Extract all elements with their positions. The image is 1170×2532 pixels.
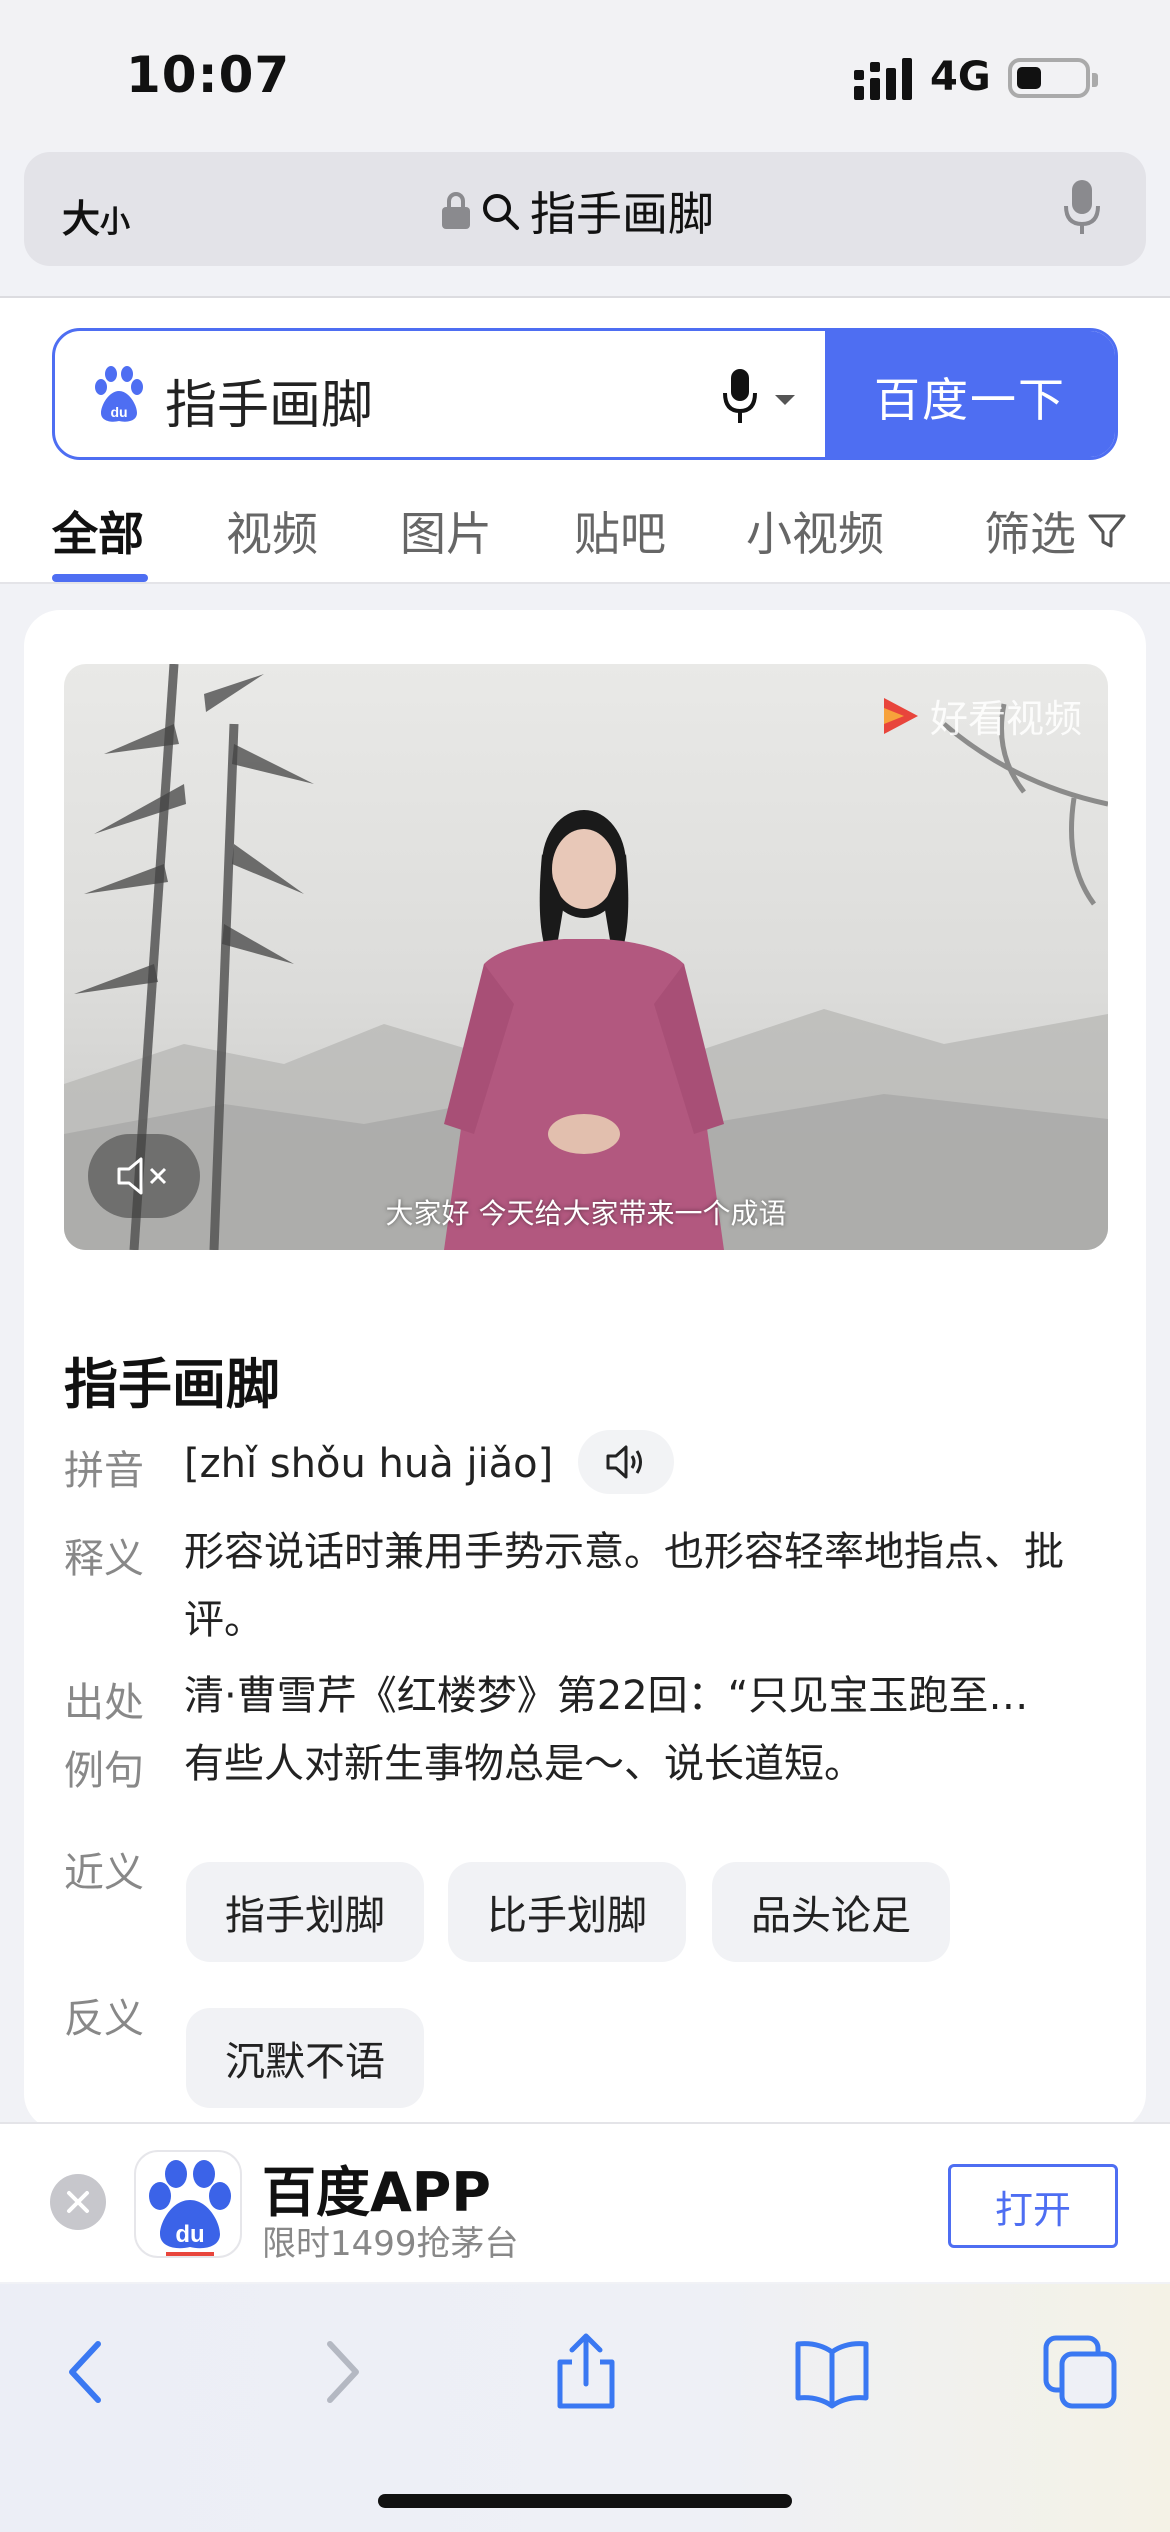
- svg-text:du: du: [175, 2221, 204, 2248]
- network-type: 4G: [930, 54, 991, 100]
- close-banner-button[interactable]: [50, 2174, 106, 2230]
- open-app-button[interactable]: 打开: [948, 2164, 1118, 2248]
- status-bar: 10:07 4G: [0, 0, 1170, 150]
- watermark-text: 好看视频: [929, 697, 1082, 741]
- tabs-icon[interactable]: [1040, 2332, 1120, 2412]
- forward-icon[interactable]: [300, 2332, 380, 2412]
- signal-icon: [854, 58, 912, 100]
- browser-toolbar: [0, 2284, 1170, 2532]
- video-watermark: 好看视频: [878, 688, 1082, 743]
- active-tab-indicator: [52, 574, 148, 582]
- tab-video[interactable]: 视频: [226, 498, 318, 564]
- bookmarks-icon[interactable]: [792, 2332, 872, 2412]
- status-time: 10:07: [126, 46, 291, 104]
- tab-all[interactable]: 全部: [52, 498, 144, 564]
- close-icon: [67, 2191, 89, 2213]
- home-indicator: [378, 2494, 792, 2508]
- app-download-banner: du 百度APP 限时1499抢茅台 打开: [0, 2122, 1170, 2282]
- search-button[interactable]: 百度一下: [825, 331, 1115, 457]
- url-display[interactable]: 指手画脚: [442, 178, 714, 244]
- synonym-chip[interactable]: 品头论足: [712, 1862, 950, 1962]
- filter-icon: [1088, 514, 1126, 548]
- pinyin-value: [zhǐ shǒu huà jiǎo]: [184, 1441, 554, 1487]
- share-icon[interactable]: [546, 2332, 626, 2412]
- address-bar[interactable]: 大小 指手画脚: [24, 152, 1146, 266]
- mute-button[interactable]: [88, 1134, 200, 1218]
- source-value: 清·曹雪芹《红楼梦》第22回：“只见宝玉跑至…: [184, 1673, 1029, 1719]
- haokan-logo-icon: [883, 697, 918, 734]
- voice-search-icon[interactable]: [719, 367, 809, 427]
- pronounce-button[interactable]: [578, 1430, 674, 1494]
- microphone-icon[interactable]: [1062, 178, 1102, 238]
- battery-icon: [1008, 58, 1098, 98]
- app-promo-text: 限时1499抢茅台: [262, 2224, 519, 2264]
- synonym-chip[interactable]: 比手划脚: [448, 1862, 686, 1962]
- text-size-button[interactable]: 大小: [62, 188, 130, 243]
- tab-images[interactable]: 图片: [400, 498, 492, 564]
- search-tabs: 全部 视频 图片 贴吧 小视频 筛选: [0, 490, 1170, 582]
- search-icon: [483, 194, 519, 230]
- filter-label: 筛选: [984, 507, 1076, 561]
- lock-icon: [442, 192, 470, 230]
- source-label: 出处: [64, 1680, 144, 1726]
- video-caption: 大家好 今天给大家带来一个成语: [385, 1197, 787, 1230]
- baidu-paw-icon: du: [95, 366, 143, 422]
- tabs-divider: [0, 582, 1170, 584]
- idiom-title: 指手画脚: [64, 1353, 280, 1416]
- text-size-label-small: 小: [100, 205, 131, 240]
- search-input[interactable]: 指手画脚: [165, 363, 373, 438]
- filter-button[interactable]: 筛选: [984, 498, 1128, 564]
- tab-tieba[interactable]: 贴吧: [574, 498, 666, 564]
- antonym-chip[interactable]: 沉默不语: [186, 2008, 424, 2108]
- baidu-search-box[interactable]: du 指手画脚 百度一下: [52, 328, 1118, 460]
- speaker-icon: [606, 1445, 642, 1479]
- muted-speaker-icon: [117, 1157, 167, 1195]
- example-label: 例句: [64, 1748, 144, 1794]
- video-frame: [64, 664, 1108, 1250]
- antonyms-label: 反义: [64, 1996, 144, 2042]
- example-value: 有些人对新生事物总是～、说长道短。: [184, 1741, 864, 1787]
- text-size-label: 大: [62, 197, 101, 241]
- pinyin-label: 拼音: [64, 1448, 144, 1494]
- svg-text:du: du: [110, 404, 127, 420]
- video-player[interactable]: 好看视频 大家好 今天给大家带来一个成语: [64, 664, 1108, 1250]
- meaning-label: 释义: [64, 1536, 144, 1582]
- idiom-result-card: 好看视频 大家好 今天给大家带来一个成语 指手画脚 拼音 [zhǐ shǒu h…: [24, 610, 1146, 2130]
- tab-short-video[interactable]: 小视频: [746, 498, 884, 564]
- meaning-value: 形容说话时兼用手势示意。也形容轻率地指点、批评。: [184, 1529, 1064, 1643]
- synonyms-label: 近义: [64, 1850, 144, 1896]
- baidu-app-icon: du: [134, 2150, 242, 2258]
- back-icon[interactable]: [48, 2332, 128, 2412]
- url-query: 指手画脚: [530, 187, 714, 241]
- synonym-chip[interactable]: 指手划脚: [186, 1862, 424, 1962]
